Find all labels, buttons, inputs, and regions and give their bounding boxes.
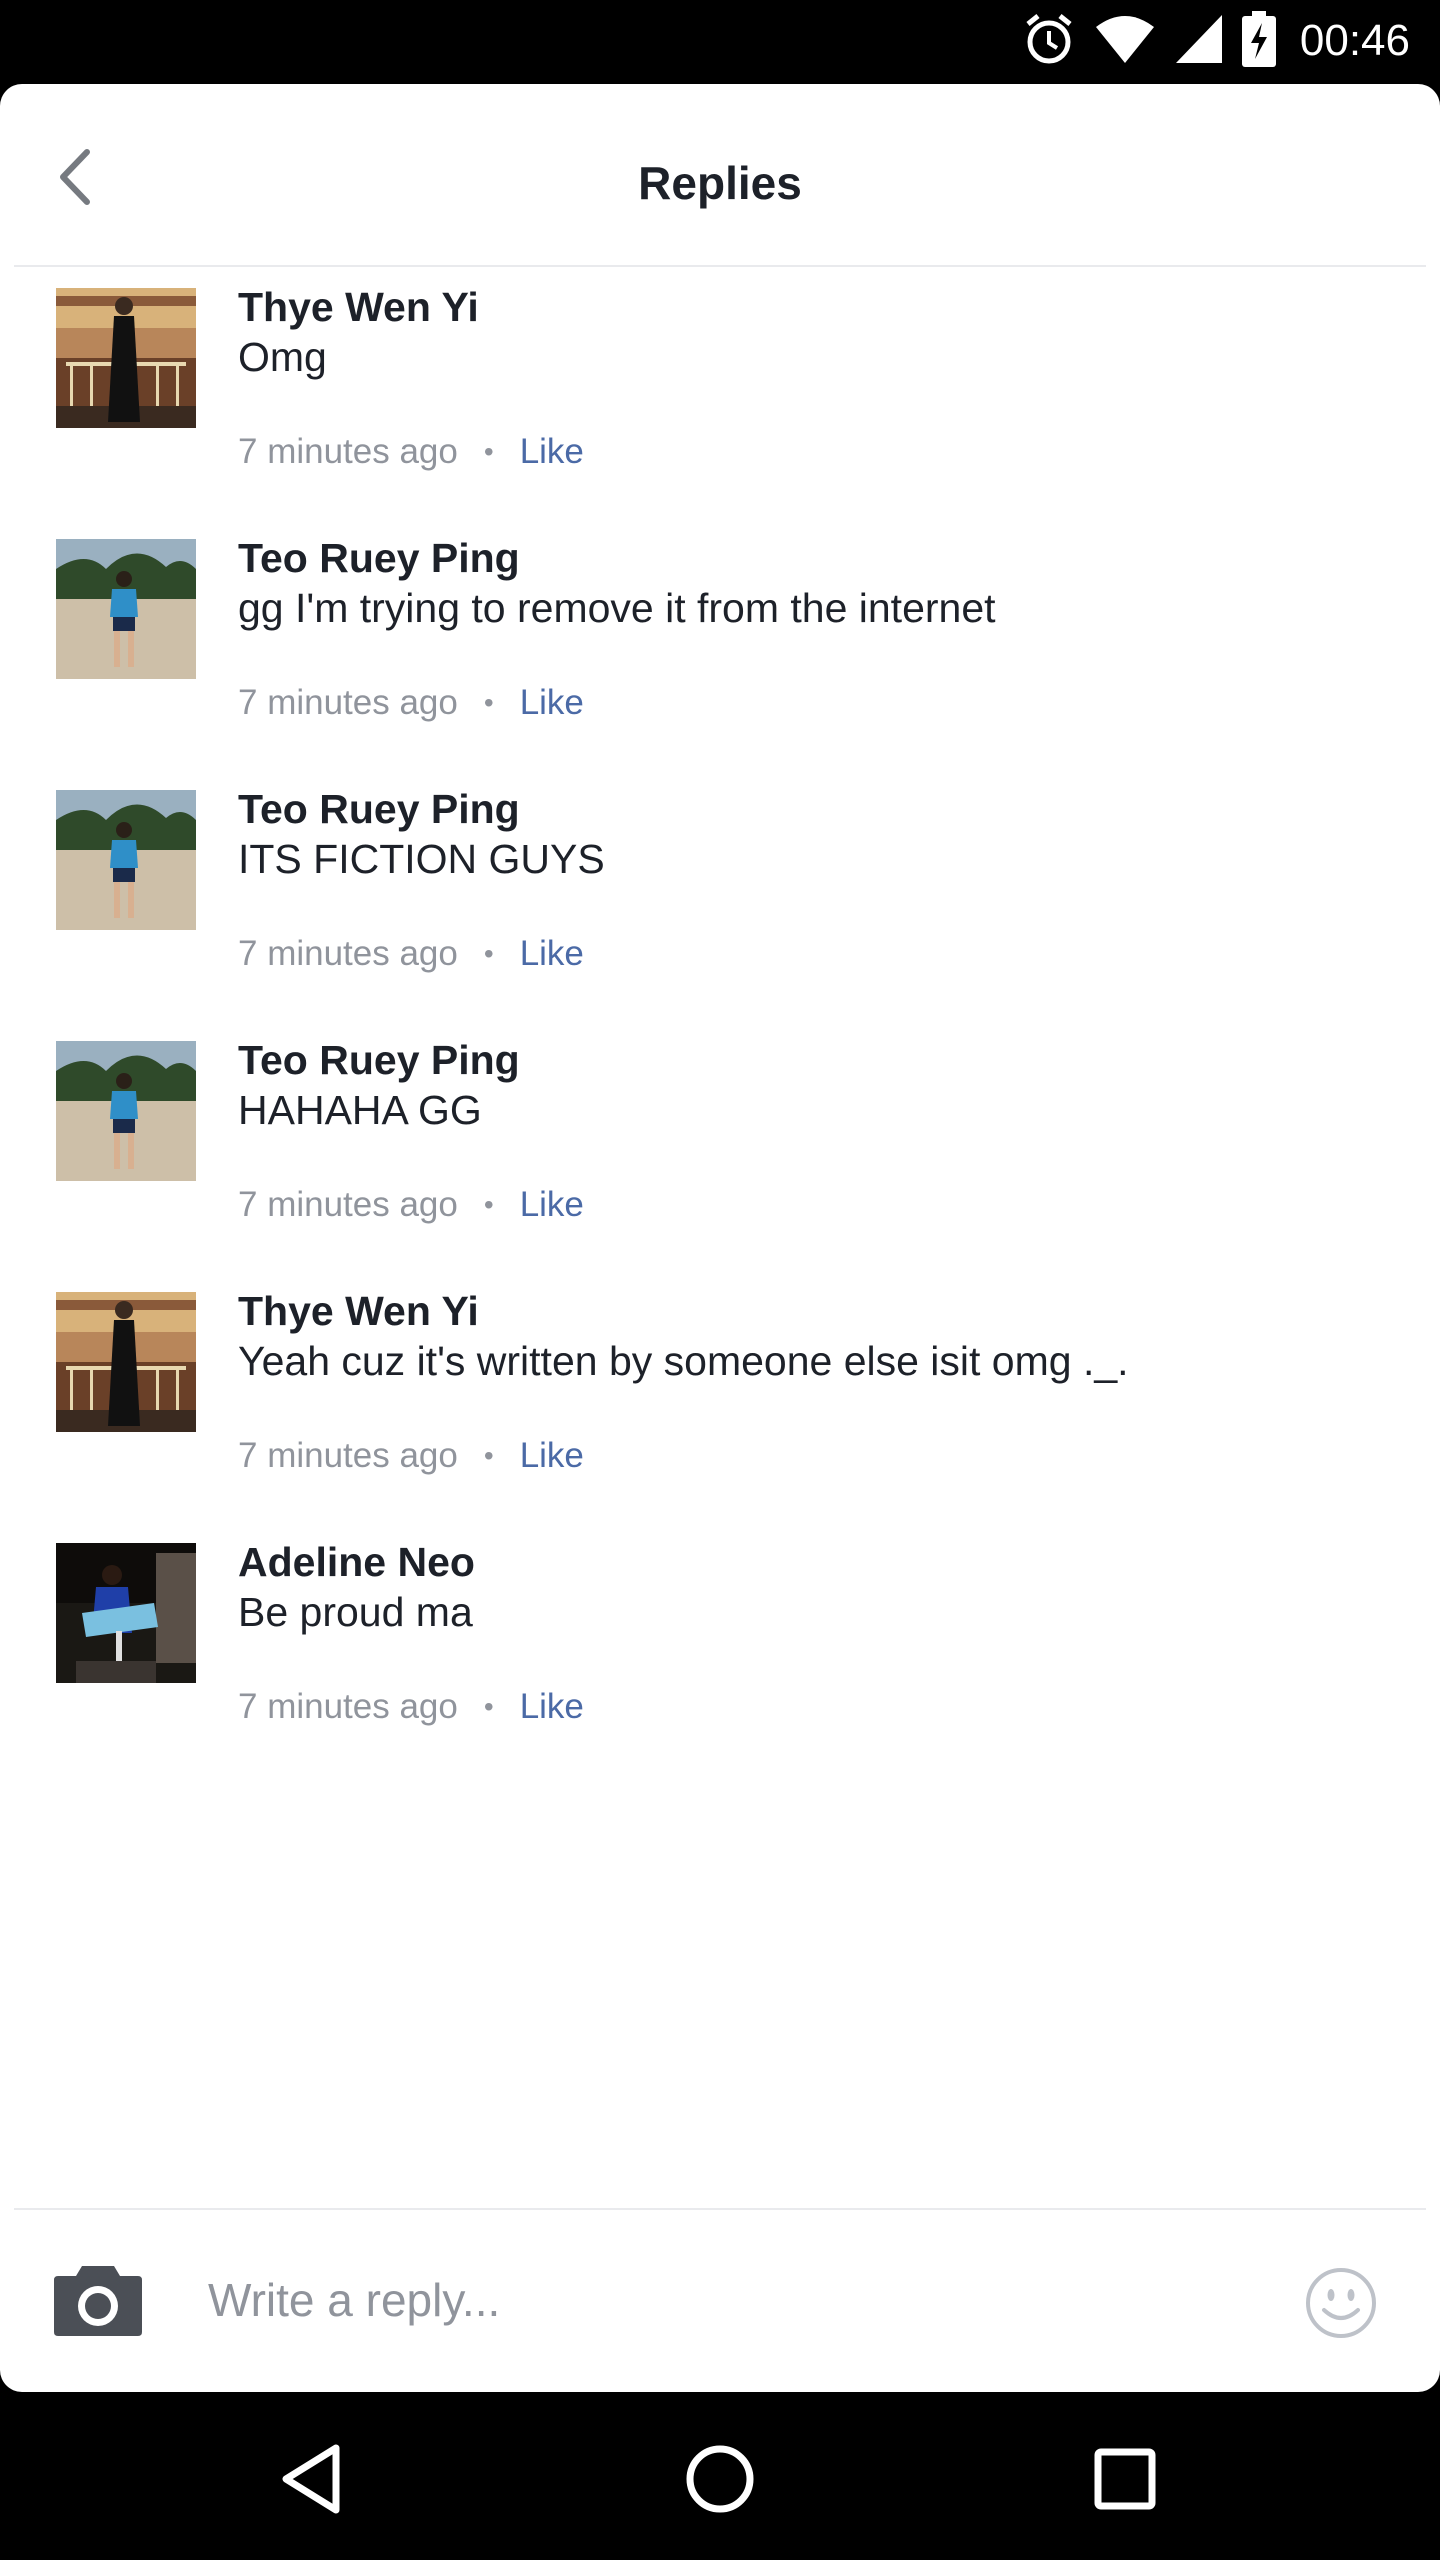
reply-text: ITS FICTION GUYS [238, 836, 605, 882]
camera-icon [52, 2266, 144, 2342]
wifi-icon [1094, 13, 1156, 70]
camera-button[interactable] [52, 2262, 144, 2338]
reply-author[interactable]: Thye Wen Yi [238, 284, 479, 331]
reply-text: gg I'm trying to remove it from the inte… [238, 585, 996, 631]
meta-separator: • [483, 1691, 494, 1722]
reply-item: Teo Ruey Ping ITS FICTION GUYS 7 minutes… [0, 786, 1440, 1037]
reply-timestamp: 7 minutes ago [238, 432, 458, 471]
reply-item: Adeline Neo Be proud ma 7 minutes ago • … [0, 1539, 1440, 1790]
status-time: 00:46 [1299, 16, 1410, 65]
avatar[interactable] [56, 1041, 196, 1181]
status-icons: 00:46 [1022, 10, 1410, 72]
reply-item: Teo Ruey Ping gg I'm trying to remove it… [0, 535, 1440, 786]
recents-square-icon [1080, 2448, 1170, 2528]
emoji-button[interactable] [1304, 2266, 1378, 2340]
battery-charging-icon [1241, 10, 1276, 72]
reply-meta: 7 minutes ago • Like [238, 934, 584, 974]
reply-item: Teo Ruey Ping HAHAHA GG 7 minutes ago • … [0, 1037, 1440, 1288]
reply-meta: 7 minutes ago • Like [238, 432, 584, 472]
reply-meta: 7 minutes ago • Like [238, 1687, 584, 1727]
reply-author[interactable]: Teo Ruey Ping [238, 786, 520, 833]
home-circle-icon [675, 2445, 765, 2528]
meta-separator: • [483, 938, 494, 969]
meta-separator: • [483, 687, 494, 718]
reply-timestamp: 7 minutes ago [238, 1436, 458, 1475]
nav-back-button[interactable] [270, 2434, 360, 2524]
reply-meta: 7 minutes ago • Like [238, 683, 584, 723]
reply-author[interactable]: Adeline Neo [238, 1539, 475, 1586]
like-button[interactable]: Like [520, 683, 584, 723]
avatar[interactable] [56, 1543, 196, 1683]
nav-home-button[interactable] [675, 2434, 765, 2524]
cell-signal-icon [1174, 13, 1224, 70]
meta-separator: • [483, 1189, 494, 1220]
meta-separator: • [483, 436, 494, 467]
reply-item: Thye Wen Yi Omg 7 minutes ago • Like [0, 284, 1440, 535]
page-title: Replies [638, 157, 802, 209]
alarm-icon [1022, 12, 1076, 71]
reply-text: Be proud ma [238, 1589, 473, 1635]
reply-input[interactable] [208, 2260, 1248, 2340]
reply-timestamp: 7 minutes ago [238, 934, 458, 973]
back-triangle-icon [270, 2444, 360, 2528]
like-button[interactable]: Like [520, 1185, 584, 1225]
reply-meta: 7 minutes ago • Like [238, 1436, 584, 1476]
reply-timestamp: 7 minutes ago [238, 1687, 458, 1726]
nav-recents-button[interactable] [1080, 2434, 1170, 2524]
reply-text: HAHAHA GG [238, 1087, 482, 1133]
like-button[interactable]: Like [520, 1436, 584, 1476]
status-bar: 00:46 [0, 0, 1440, 82]
reply-text: Yeah cuz it's written by someone else is… [238, 1338, 1129, 1384]
reply-meta: 7 minutes ago • Like [238, 1185, 584, 1225]
header-divider [14, 265, 1426, 267]
replies-sheet: Replies Thye Wen Yi Omg 7 minutes ago • … [0, 84, 1440, 2392]
system-nav-bar [0, 2392, 1440, 2560]
like-button[interactable]: Like [520, 432, 584, 472]
smiley-icon [1304, 2268, 1378, 2344]
like-button[interactable]: Like [520, 1687, 584, 1727]
reply-list: Thye Wen Yi Omg 7 minutes ago • Like Teo… [0, 284, 1440, 1790]
like-button[interactable]: Like [520, 934, 584, 974]
reply-author[interactable]: Thye Wen Yi [238, 1288, 479, 1335]
screen: 00:46 Replies Thye Wen Yi Omg 7 minutes … [0, 0, 1440, 2560]
reply-text: Omg [238, 334, 327, 380]
reply-timestamp: 7 minutes ago [238, 1185, 458, 1224]
header: Replies [0, 84, 1440, 267]
avatar[interactable] [56, 1292, 196, 1432]
avatar[interactable] [56, 790, 196, 930]
meta-separator: • [483, 1440, 494, 1471]
reply-author[interactable]: Teo Ruey Ping [238, 535, 520, 582]
avatar[interactable] [56, 539, 196, 679]
reply-item: Thye Wen Yi Yeah cuz it's written by som… [0, 1288, 1440, 1539]
reply-author[interactable]: Teo Ruey Ping [238, 1037, 520, 1084]
reply-timestamp: 7 minutes ago [238, 683, 458, 722]
avatar[interactable] [56, 288, 196, 428]
reply-composer [0, 2210, 1440, 2392]
